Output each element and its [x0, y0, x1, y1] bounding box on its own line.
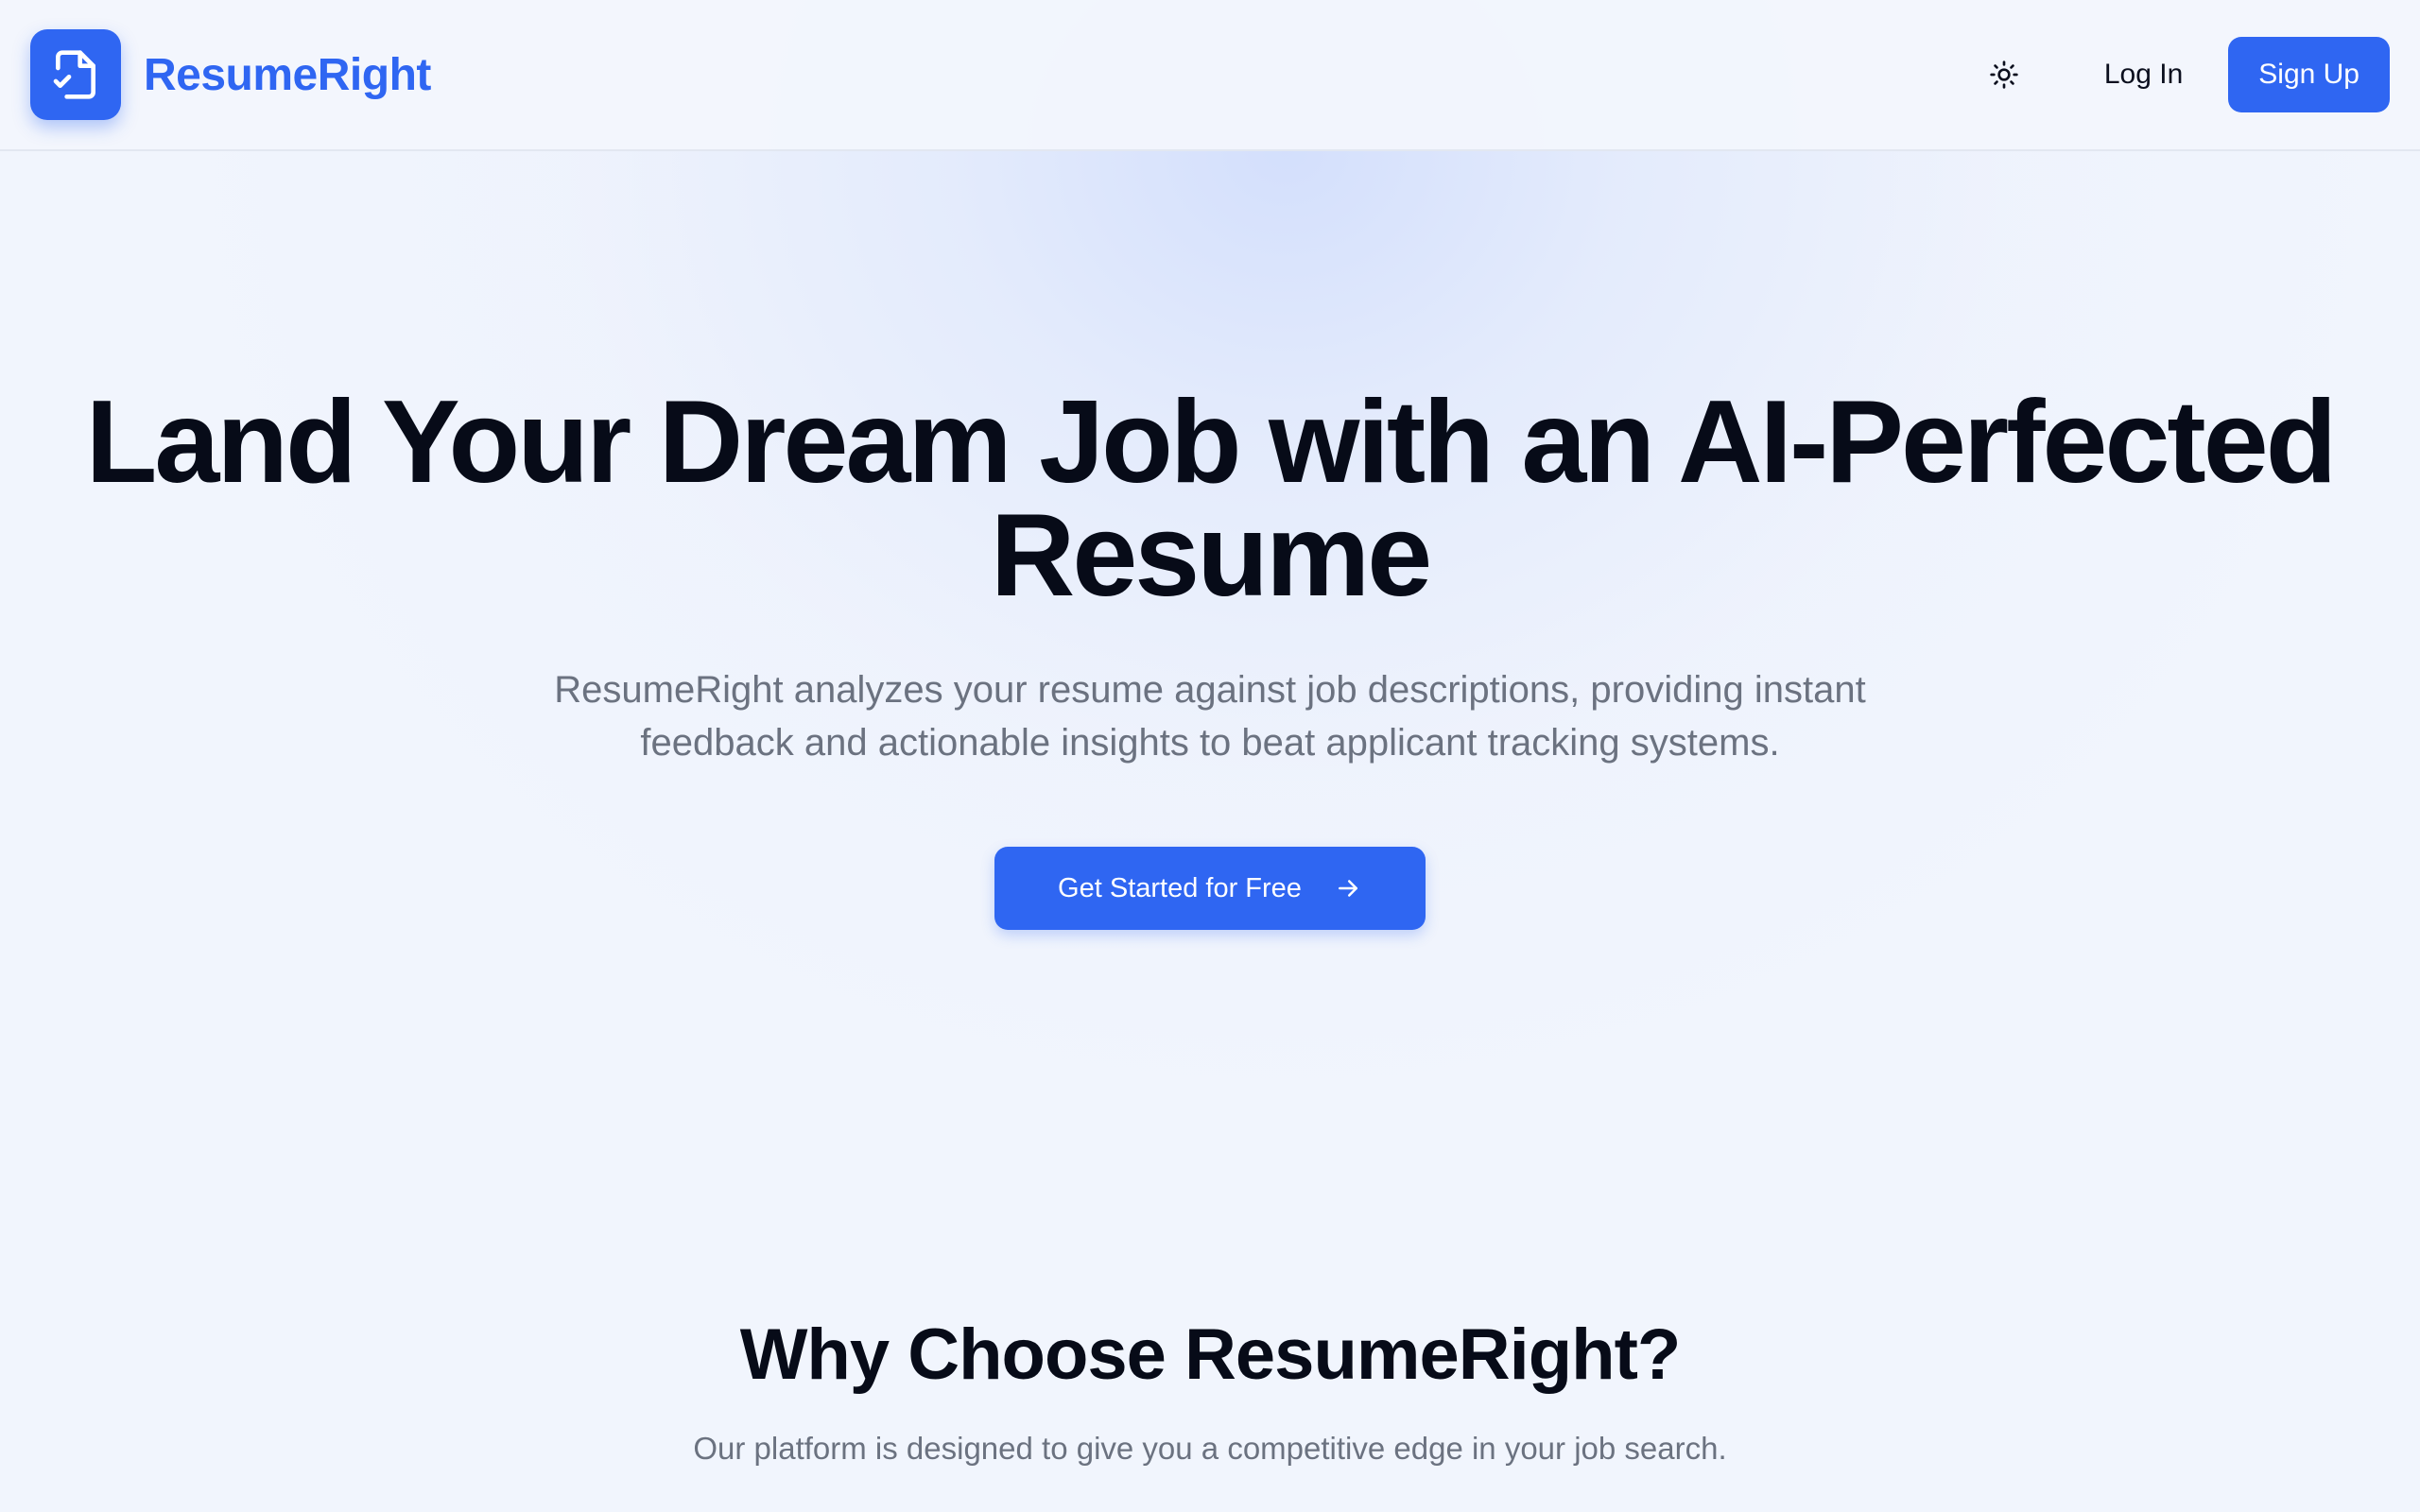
hero-subtitle-line-2: feedback and actionable insights to beat…: [640, 722, 1780, 764]
hero-subtitle-line-1: ResumeRight analyzes your resume against…: [554, 669, 1866, 711]
hero-subtitle: ResumeRight analyzes your resume against…: [501, 663, 1919, 769]
brand-name: ResumeRight: [144, 49, 431, 100]
get-started-button[interactable]: Get Started for Free: [994, 847, 1426, 930]
hero-title: Land Your Dream Job with an AI-Perfected…: [0, 384, 2420, 614]
header-actions: Log In Sign Up: [1974, 37, 2390, 112]
document-check-icon: [53, 50, 95, 99]
top-nav-bar: ResumeRight Log In Sign Up: [0, 0, 2420, 151]
logo-badge: [30, 29, 121, 120]
hero-title-line-1: Land Your Dream Job with an AI-Perfected: [85, 377, 2338, 507]
brand-link[interactable]: ResumeRight: [30, 29, 431, 120]
sun-icon: [1990, 60, 2018, 89]
theme-toggle-button[interactable]: [1974, 44, 2034, 105]
signup-button-label: Sign Up: [2258, 59, 2360, 90]
signup-button[interactable]: Sign Up: [2228, 37, 2390, 112]
features-heading: Why Choose ResumeRight?: [739, 1314, 1682, 1395]
arrow-right-icon: [1338, 880, 1357, 897]
hero-title-line-2: Resume: [990, 490, 1432, 621]
login-button[interactable]: Log In: [2082, 42, 2205, 108]
get-started-label: Get Started for Free: [1058, 872, 1302, 903]
features-subtitle: Our platform is designed to give you a c…: [693, 1431, 1727, 1466]
